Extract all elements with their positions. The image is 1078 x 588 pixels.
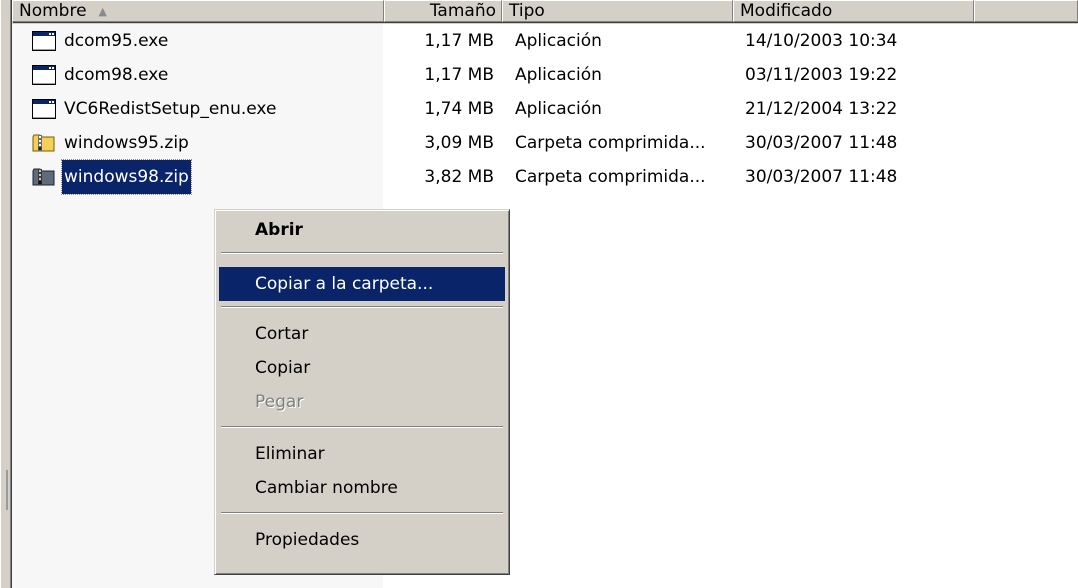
file-row[interactable]: windows95.zip 3,09 MB Carpeta comprimida… xyxy=(12,126,1078,160)
file-type: Carpeta comprimida... xyxy=(515,167,706,187)
column-header-modificado[interactable]: Modificado xyxy=(733,0,974,22)
file-modified: 21/12/2004 13:22 xyxy=(745,99,898,119)
file-row[interactable]: dcom98.exe 1,17 MB Aplicación 03/11/2003… xyxy=(12,58,1078,92)
menu-item-copy[interactable]: Copiar xyxy=(219,351,505,385)
column-header-nombre[interactable]: Nombre ▲ xyxy=(12,0,384,22)
sort-ascending-icon: ▲ xyxy=(98,5,108,18)
menu-separator xyxy=(221,252,503,254)
menu-item-open[interactable]: Abrir xyxy=(219,213,505,247)
menu-item-paste: Pegar xyxy=(255,392,304,412)
file-name: dcom98.exe xyxy=(64,65,169,85)
column-header-label: Tamaño xyxy=(429,1,496,21)
column-header-label: Tipo xyxy=(509,1,545,21)
file-type: Carpeta comprimida... xyxy=(515,133,706,153)
file-size: 1,17 MB xyxy=(424,65,494,85)
menu-item-delete[interactable]: Eliminar xyxy=(219,437,505,471)
file-modified: 30/03/2007 11:48 xyxy=(745,133,898,153)
file-name: VC6RedistSetup_enu.exe xyxy=(64,99,277,119)
menu-item-copy-to-folder[interactable]: Copiar a la carpeta... xyxy=(219,267,505,301)
file-name: windows95.zip xyxy=(64,133,189,153)
file-modified: 30/03/2007 11:48 xyxy=(745,167,898,187)
menu-separator xyxy=(221,512,503,514)
menu-separator xyxy=(221,426,503,428)
menu-item-rename[interactable]: Cambiar nombre xyxy=(219,471,505,505)
zip-folder-icon xyxy=(32,133,56,153)
menu-item-properties[interactable]: Propiedades xyxy=(219,523,505,557)
file-type: Aplicación xyxy=(515,99,602,119)
application-icon xyxy=(32,31,56,51)
menu-separator xyxy=(221,306,503,308)
file-size: 3,09 MB xyxy=(424,133,494,153)
zip-folder-icon xyxy=(32,167,56,187)
file-modified: 14/10/2003 10:34 xyxy=(745,31,898,51)
file-modified: 03/11/2003 19:22 xyxy=(745,65,898,85)
column-header-label: Nombre xyxy=(19,1,87,21)
column-header-empty[interactable] xyxy=(974,0,1078,22)
file-row-selected[interactable]: windows98.zip 3,82 MB Carpeta comprimida… xyxy=(12,159,1078,195)
file-name: dcom95.exe xyxy=(64,31,169,51)
column-header-tipo[interactable]: Tipo xyxy=(502,0,733,22)
application-icon xyxy=(32,99,56,119)
file-type: Aplicación xyxy=(515,65,602,85)
file-name: windows98.zip xyxy=(61,159,192,195)
menu-item-cut[interactable]: Cortar xyxy=(219,317,505,351)
file-size: 3,82 MB xyxy=(424,167,494,187)
file-size: 1,74 MB xyxy=(424,99,494,119)
context-menu: Abrir Copiar a la carpeta... Cortar Copi… xyxy=(214,209,510,575)
file-type: Aplicación xyxy=(515,31,602,51)
column-header-tamano[interactable]: Tamaño xyxy=(384,0,502,22)
file-row[interactable]: VC6RedistSetup_enu.exe 1,74 MB Aplicació… xyxy=(12,92,1078,126)
file-size: 1,17 MB xyxy=(424,31,494,51)
column-header-label: Modificado xyxy=(740,1,833,21)
column-header-bar: Nombre ▲ Tamaño Tipo Modificado xyxy=(12,0,1078,24)
application-icon xyxy=(32,65,56,85)
left-frame-border xyxy=(0,0,12,588)
file-row[interactable]: dcom95.exe 1,17 MB Aplicación 14/10/2003… xyxy=(12,24,1078,58)
